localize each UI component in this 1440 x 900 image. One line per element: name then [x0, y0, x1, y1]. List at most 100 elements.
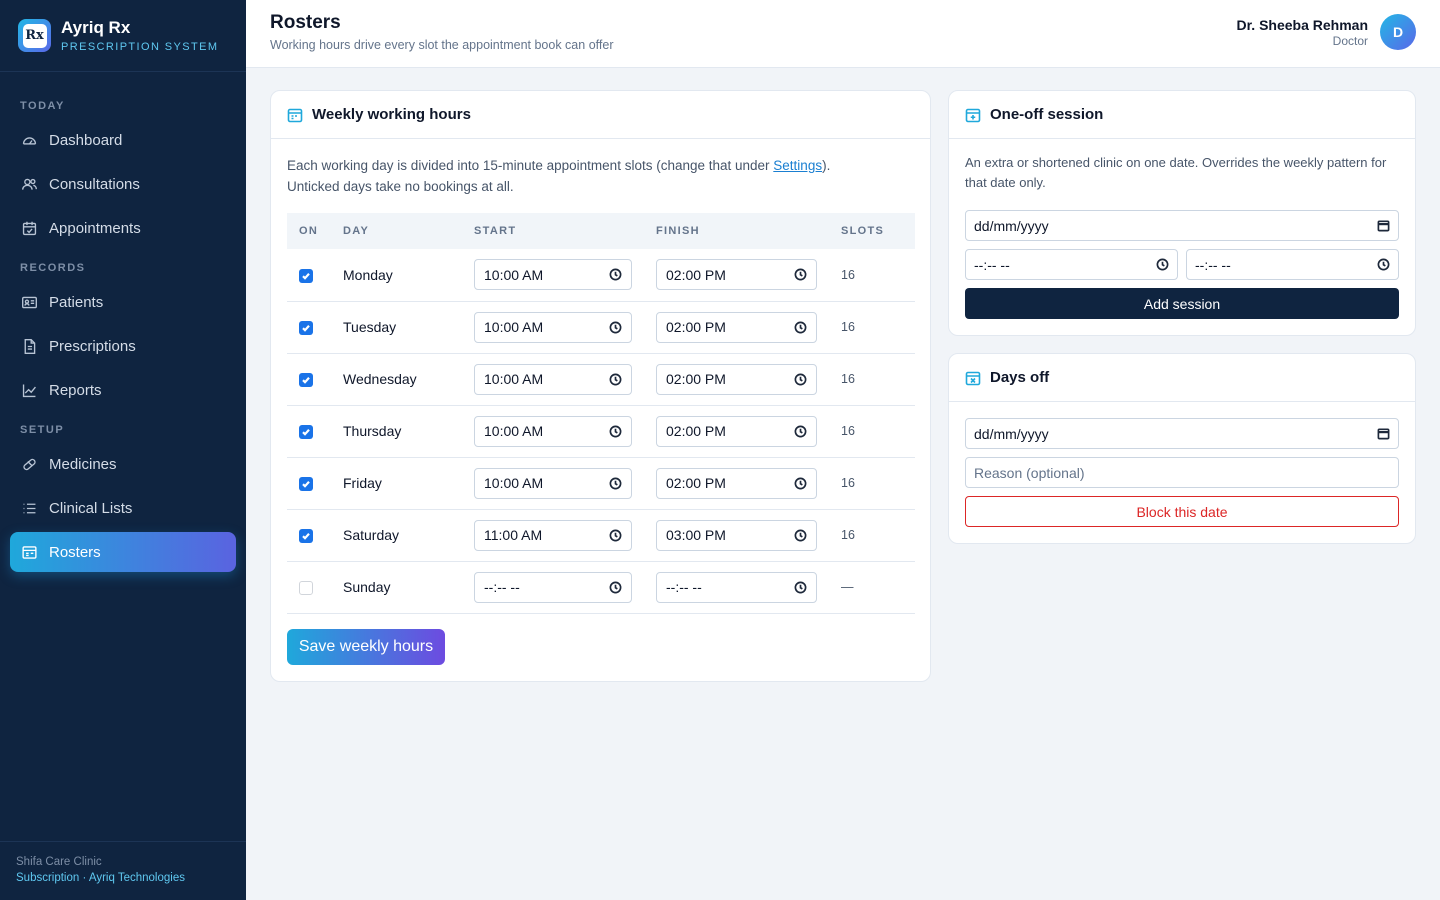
- day-off-date-input[interactable]: dd/mm/yyyy: [965, 418, 1399, 449]
- cell-on: [287, 249, 331, 302]
- weekly-hours-card: Weekly working hours Each working day is…: [270, 90, 931, 682]
- day-enabled-checkbox[interactable]: [299, 321, 313, 336]
- card-title: Days off: [990, 369, 1050, 386]
- sidebar-item-patients[interactable]: Patients: [10, 282, 236, 322]
- sidebar-item-label: Reports: [49, 381, 102, 399]
- sidebar-item-reports[interactable]: Reports: [10, 370, 236, 410]
- session-start-input[interactable]: --:-- --: [965, 249, 1178, 280]
- finish-time-input[interactable]: 02:00 PM: [656, 311, 817, 343]
- day-enabled-checkbox[interactable]: [299, 425, 313, 440]
- day-enabled-checkbox[interactable]: [299, 268, 313, 283]
- cell-finish: --:-- --: [644, 561, 829, 614]
- sidebar-item-dashboard[interactable]: Dashboard: [10, 120, 236, 160]
- date-placeholder: dd/mm/yyyy: [974, 425, 1049, 442]
- clock-icon[interactable]: [609, 581, 622, 594]
- cell-day: Tuesday: [331, 301, 462, 354]
- cell-slots: 16: [829, 301, 915, 354]
- clinic-name: Shifa Care Clinic: [16, 856, 102, 868]
- start-time-value: 10:00 AM: [484, 475, 544, 491]
- cell-on: [287, 301, 331, 354]
- table-row: Friday 10:00 AM 02:00 PM 16: [287, 457, 915, 510]
- column-header-start: START: [474, 225, 517, 237]
- brand-name: Ayriq Rx: [61, 18, 131, 37]
- page-header: Rosters Working hours drive every slot t…: [246, 0, 1440, 68]
- sidebar-item-appointments[interactable]: Appointments: [10, 208, 236, 248]
- start-time-input[interactable]: 10:00 AM: [474, 415, 632, 447]
- finish-time-input[interactable]: 03:00 PM: [656, 519, 817, 551]
- block-date-button[interactable]: Block this date: [965, 496, 1399, 527]
- cell-on: [287, 353, 331, 406]
- table-row: Monday 10:00 AM 02:00 PM 16: [287, 249, 915, 302]
- finish-time-value: 02:00 PM: [666, 371, 726, 387]
- sidebar-item-rosters[interactable]: Rosters: [10, 532, 236, 572]
- brand[interactable]: Rx Ayriq Rx PRESCRIPTION SYSTEM: [0, 0, 246, 72]
- sidebar-item-label: Patients: [49, 293, 104, 311]
- cell-slots: 16: [829, 457, 915, 510]
- gauge-icon: [22, 136, 37, 145]
- card-header: Weekly working hours: [271, 91, 930, 139]
- list-icon: [23, 503, 36, 513]
- clock-icon[interactable]: [609, 321, 622, 334]
- start-time-input[interactable]: --:-- --: [474, 571, 632, 603]
- user-menu[interactable]: Dr. Sheeba Rehman Doctor D: [1237, 14, 1416, 50]
- table-row: Saturday 11:00 AM 03:00 PM 16: [287, 509, 915, 562]
- clock-icon[interactable]: [794, 373, 807, 386]
- clock-icon[interactable]: [794, 321, 807, 334]
- day-enabled-checkbox[interactable]: [299, 477, 313, 492]
- clock-icon[interactable]: [609, 268, 622, 281]
- add-session-button[interactable]: Add session: [965, 288, 1399, 319]
- settings-link[interactable]: Settings: [773, 158, 822, 173]
- clock-icon[interactable]: [1156, 258, 1169, 271]
- clock-icon[interactable]: [794, 425, 807, 438]
- card-header: Days off: [949, 354, 1415, 402]
- calendar-x-icon: [965, 371, 981, 385]
- start-time-input[interactable]: 10:00 AM: [474, 311, 632, 343]
- sidebar-item-medicines[interactable]: Medicines: [10, 444, 236, 484]
- clock-icon[interactable]: [794, 477, 807, 490]
- clock-icon[interactable]: [609, 373, 622, 386]
- day-enabled-checkbox[interactable]: [299, 581, 313, 596]
- cell-finish: 02:00 PM: [644, 249, 829, 302]
- calendar-picker-icon[interactable]: [1377, 427, 1390, 440]
- sidebar-item-prescriptions[interactable]: Prescriptions: [10, 326, 236, 366]
- clock-icon[interactable]: [609, 477, 622, 490]
- session-finish-input[interactable]: --:-- --: [1186, 249, 1399, 280]
- save-weekly-hours-button[interactable]: Save weekly hours: [287, 629, 445, 665]
- clock-icon[interactable]: [609, 425, 622, 438]
- card-title: Weekly working hours: [312, 106, 471, 123]
- finish-time-input[interactable]: --:-- --: [656, 571, 817, 603]
- cell-slots: 16: [829, 353, 915, 406]
- sidebar-item-consultations[interactable]: Consultations: [10, 164, 236, 204]
- day-enabled-checkbox[interactable]: [299, 373, 313, 388]
- finish-time-value: 03:00 PM: [666, 527, 726, 543]
- day-enabled-checkbox[interactable]: [299, 529, 313, 544]
- finish-time-input[interactable]: 02:00 PM: [656, 259, 817, 291]
- start-time-input[interactable]: 10:00 AM: [474, 259, 632, 291]
- finish-placeholder: --:-- --: [1195, 256, 1231, 273]
- reason-input[interactable]: Reason (optional): [965, 457, 1399, 488]
- table-header-row: ON DAY START FINISH SLOTS: [287, 213, 915, 249]
- clock-icon[interactable]: [794, 268, 807, 281]
- finish-time-input[interactable]: 02:00 PM: [656, 363, 817, 395]
- clock-icon[interactable]: [794, 529, 807, 542]
- sidebar-item-clinical-lists[interactable]: Clinical Lists: [10, 488, 236, 528]
- column-header-finish: FINISH: [656, 225, 700, 237]
- footer-links[interactable]: Subscription · Ayriq Technologies: [16, 872, 230, 884]
- id-card-icon: [22, 296, 37, 308]
- clock-icon[interactable]: [609, 529, 622, 542]
- finish-time-input[interactable]: 02:00 PM: [656, 415, 817, 447]
- cell-on: [287, 561, 331, 614]
- session-date-input[interactable]: dd/mm/yyyy: [965, 210, 1399, 241]
- start-time-input[interactable]: 10:00 AM: [474, 363, 632, 395]
- brand-subtitle: PRESCRIPTION SYSTEM: [61, 41, 219, 53]
- finish-time-input[interactable]: 02:00 PM: [656, 467, 817, 499]
- clock-icon[interactable]: [794, 581, 807, 594]
- sidebar-footer: Shifa Care Clinic Subscription · Ayriq T…: [0, 841, 246, 900]
- clock-icon[interactable]: [1377, 258, 1390, 271]
- avatar[interactable]: D: [1380, 14, 1416, 50]
- calendar-picker-icon[interactable]: [1377, 219, 1390, 232]
- start-time-input[interactable]: 10:00 AM: [474, 467, 632, 499]
- start-placeholder: --:-- --: [974, 256, 1010, 273]
- calendar-plus-icon: [965, 108, 981, 122]
- start-time-input[interactable]: 11:00 AM: [474, 519, 632, 551]
